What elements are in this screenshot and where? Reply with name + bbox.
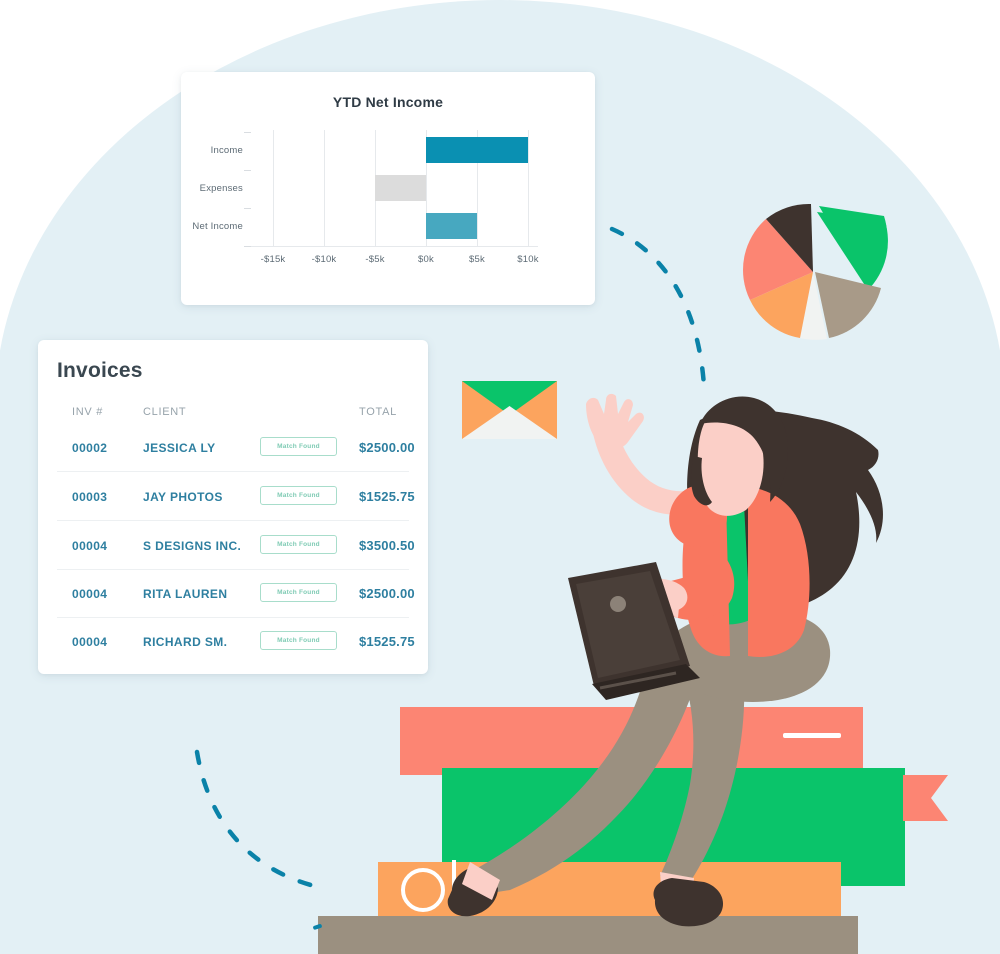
x-label-5: $10k xyxy=(517,254,539,265)
invoice-number: 00002 xyxy=(72,441,108,455)
chart-plot-area: Income Expenses Net Income -$15k -$10k -… xyxy=(192,130,539,270)
bar-expenses xyxy=(375,175,426,201)
invoice-client: S DESIGNS INC. xyxy=(143,539,242,553)
laptop-camera-dot xyxy=(610,596,626,612)
invoice-number: 00004 xyxy=(72,539,108,553)
status-badge[interactable]: Match Found xyxy=(260,535,337,554)
invoices-card: Invoices INV # CLIENT TOTAL 00002 JESSIC… xyxy=(38,340,428,674)
invoice-total: $3500.50 xyxy=(359,538,415,553)
ytd-net-income-card: YTD Net Income Income Expenses Net Incom… xyxy=(181,72,595,305)
row-divider xyxy=(57,520,409,521)
table-row[interactable]: 00003 JAY PHOTOS Match Found $1525.75 xyxy=(57,476,415,524)
pie-chart xyxy=(743,203,888,340)
hand-waving xyxy=(586,393,644,450)
invoice-number: 00004 xyxy=(72,635,108,649)
status-badge[interactable]: Match Found xyxy=(260,437,337,456)
column-header-inv: INV # xyxy=(72,406,104,418)
y-label-income: Income xyxy=(210,145,243,156)
y-label-net-income: Net Income xyxy=(192,221,243,232)
row-divider xyxy=(57,617,409,618)
invoice-client: JAY PHOTOS xyxy=(143,490,223,504)
y-tick-0 xyxy=(244,132,251,133)
y-tick-2 xyxy=(244,208,251,209)
x-axis-line xyxy=(251,246,538,247)
x-label-2: -$5k xyxy=(365,254,385,265)
invoice-total: $1525.75 xyxy=(359,489,415,504)
x-label-4: $5k xyxy=(469,254,485,265)
column-header-client: CLIENT xyxy=(143,406,187,418)
table-row[interactable]: 00004 RICHARD SM. Match Found $1525.75 xyxy=(57,621,415,669)
status-badge[interactable]: Match Found xyxy=(260,583,337,602)
x-label-1: -$10k xyxy=(311,254,337,265)
invoice-client: RICHARD SM. xyxy=(143,635,228,649)
status-badge[interactable]: Match Found xyxy=(260,486,337,505)
dashed-arc-lower xyxy=(194,749,330,892)
invoice-number: 00004 xyxy=(72,587,108,601)
x-label-3: $0k xyxy=(418,254,434,265)
invoice-total: $2500.00 xyxy=(359,440,415,455)
y-label-expenses: Expenses xyxy=(199,183,243,194)
dashed-arc-upper xyxy=(609,226,707,389)
envelope-icon xyxy=(462,381,557,439)
invoice-total: $1525.75 xyxy=(359,634,415,649)
status-badge[interactable]: Match Found xyxy=(260,631,337,650)
gridline-0 xyxy=(273,130,274,246)
invoices-title: Invoices xyxy=(57,359,143,382)
invoice-total: $2500.00 xyxy=(359,586,415,601)
bar-income xyxy=(426,137,528,163)
column-header-total: TOTAL xyxy=(359,406,397,418)
y-tick-3 xyxy=(244,246,251,247)
invoice-client: RITA LAUREN xyxy=(143,587,228,601)
illustration-stage: YTD Net Income Income Expenses Net Incom… xyxy=(0,0,1000,954)
table-row[interactable]: 00004 S DESIGNS INC. Match Found $3500.5… xyxy=(57,525,415,573)
gridline-1 xyxy=(324,130,325,246)
book-coral-line xyxy=(783,733,841,738)
table-row[interactable]: 00002 JESSICA LY Match Found $2500.00 xyxy=(57,427,415,475)
gridline-5 xyxy=(528,130,529,246)
table-row[interactable]: 00004 RITA LAUREN Match Found $2500.00 xyxy=(57,573,415,621)
invoice-number: 00003 xyxy=(72,490,108,504)
invoice-client: JESSICA LY xyxy=(143,441,216,455)
book-orange xyxy=(378,862,841,924)
bar-net-income xyxy=(426,213,477,239)
invoices-table-header: INV # CLIENT TOTAL xyxy=(57,406,409,420)
y-tick-1 xyxy=(244,170,251,171)
x-label-0: -$15k xyxy=(260,254,286,265)
row-divider xyxy=(57,569,409,570)
row-divider xyxy=(57,471,409,472)
bookmark-ribbon xyxy=(903,775,948,821)
book-taupe xyxy=(318,916,858,954)
chart-title: YTD Net Income xyxy=(332,94,444,110)
